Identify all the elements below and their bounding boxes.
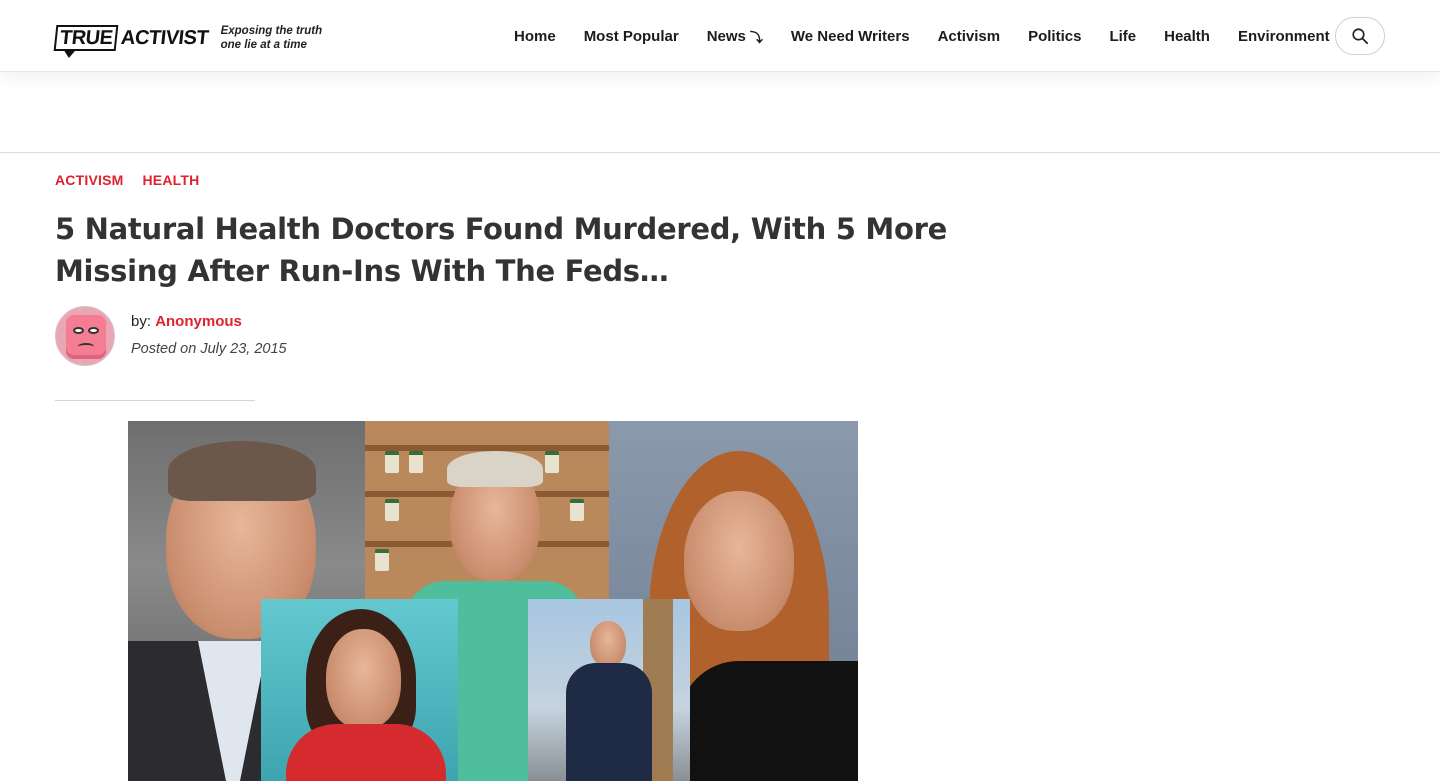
dress-shape	[679, 661, 858, 781]
bottle	[385, 451, 399, 473]
site-header: TRUE ACTIVIST Exposing the truth one lie…	[0, 0, 1440, 72]
nav-label: We Need Writers	[790, 27, 910, 45]
jacket-shape	[566, 663, 652, 781]
category-link-health[interactable]: HEALTH	[143, 172, 200, 188]
bottle	[545, 451, 559, 473]
avatar-eye	[73, 327, 84, 334]
nav-label: Home	[514, 27, 556, 45]
byline: by: Anonymous	[131, 313, 287, 330]
site-logo[interactable]: TRUE ACTIVIST Exposing the truth one lie…	[53, 18, 331, 58]
category-link-activism[interactable]: ACTIVISM	[55, 172, 124, 188]
search-button[interactable]	[1335, 17, 1385, 55]
ad-banner-area	[0, 72, 1440, 153]
nav-item-we-need-writers[interactable]: We Need Writers	[791, 28, 910, 45]
search-icon	[1352, 28, 1369, 45]
byline-prefix: by:	[131, 313, 152, 330]
logo-wordmark: TRUE ACTIVIST	[53, 25, 210, 51]
nav-item-politics[interactable]: Politics	[1028, 28, 1081, 45]
author-link[interactable]: Anonymous	[155, 313, 242, 330]
bottle	[385, 499, 399, 521]
avatar-face-icon	[66, 315, 106, 359]
featured-image[interactable]	[128, 421, 858, 781]
logo-word: ACTIVIST	[120, 26, 210, 49]
nav-label: News	[706, 27, 746, 45]
nav-item-activism[interactable]: Activism	[938, 28, 1001, 45]
avatar-eye	[88, 327, 99, 334]
face-shape	[684, 491, 794, 631]
bottle	[570, 499, 584, 521]
nav-item-home[interactable]: Home	[514, 28, 556, 45]
avatar-mouth	[78, 343, 94, 350]
hair-shape	[447, 451, 543, 487]
nav-item-most-popular[interactable]: Most Popular	[584, 28, 679, 45]
site-tagline: Exposing the truth one lie at a time	[220, 25, 323, 51]
article-title: 5 Natural Health Doctors Found Murdered,…	[55, 212, 947, 288]
dropdown-arrow-icon: ⤵	[749, 29, 763, 45]
photo-inset-man-london	[528, 599, 690, 781]
nav-item-environment[interactable]: Environment	[1238, 28, 1330, 45]
nav-label: Health	[1164, 27, 1210, 45]
main-nav: Home Most Popular News ⤵ We Need Writers …	[514, 0, 1358, 72]
bottle	[409, 451, 423, 473]
nav-item-health[interactable]: Health	[1164, 28, 1210, 45]
photo-inset-scrubs	[458, 599, 528, 781]
shelf	[365, 445, 609, 451]
face-shape	[590, 621, 626, 667]
post-date: Posted on July 23, 2015	[131, 341, 287, 357]
photo-inset-woman-red	[261, 599, 458, 781]
nav-label: Most Popular	[583, 27, 679, 45]
logo-speech-bubble: TRUE	[53, 25, 119, 51]
shirt-shape	[286, 724, 446, 781]
avatar[interactable]	[55, 306, 115, 366]
nav-label: Environment	[1237, 27, 1330, 45]
nav-item-life[interactable]: Life	[1109, 28, 1136, 45]
divider	[55, 400, 255, 401]
nav-label: Life	[1109, 27, 1137, 45]
nav-label: Politics	[1028, 27, 1082, 45]
nav-label: Activism	[937, 27, 1001, 45]
face-shape	[326, 629, 401, 729]
nav-item-news[interactable]: News ⤵	[707, 27, 763, 46]
bottle	[375, 549, 389, 571]
author-block: by: Anonymous Posted on July 23, 2015	[55, 306, 287, 366]
author-meta: by: Anonymous Posted on July 23, 2015	[131, 313, 287, 357]
hair-shape	[168, 441, 316, 501]
article-categories: ACTIVISM HEALTH	[55, 172, 199, 188]
